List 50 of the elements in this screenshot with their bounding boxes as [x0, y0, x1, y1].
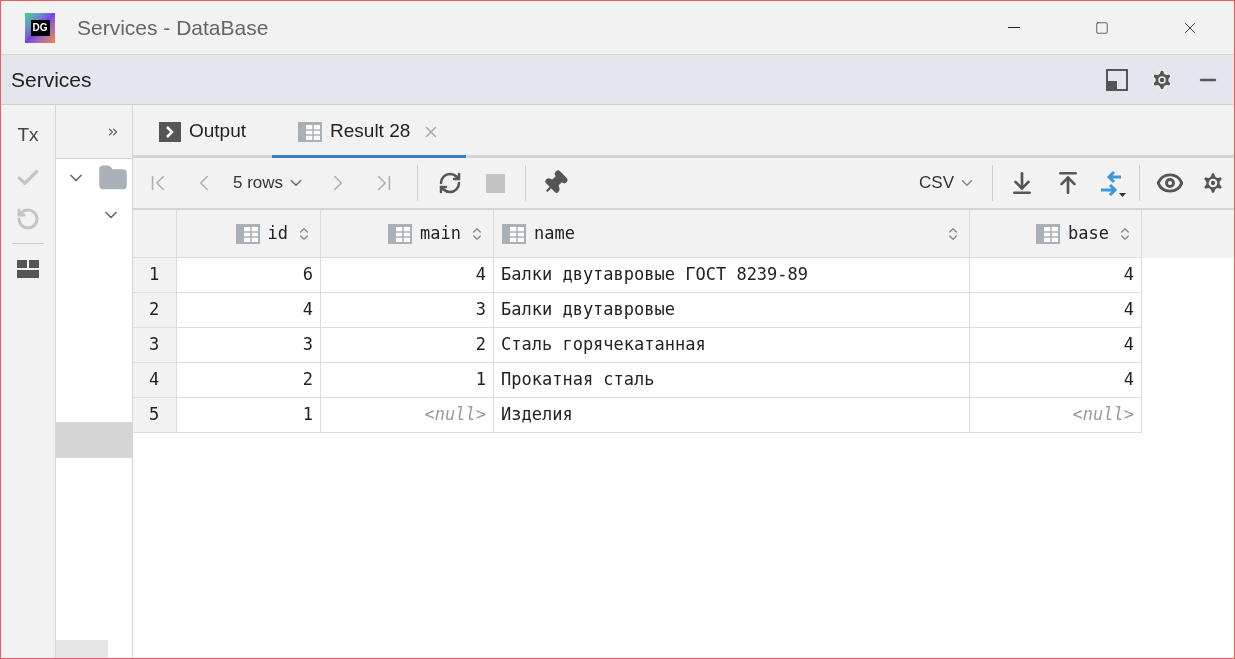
table-cell: 1: [177, 398, 321, 433]
scrollbar-thumb[interactable]: [56, 640, 108, 658]
column-header[interactable]: name: [494, 210, 970, 258]
app-logo: DG: [25, 12, 55, 43]
stop-icon[interactable]: [486, 173, 506, 193]
tab[interactable]: Output: [133, 108, 273, 158]
table-cell: 2: [177, 363, 321, 398]
table-cell: 4: [177, 293, 321, 328]
table-cell: Балки двутавровые: [494, 293, 970, 328]
row-number: 3: [133, 328, 177, 363]
table-cell: 4: [321, 258, 494, 293]
refresh-icon[interactable]: [438, 171, 463, 195]
row-number: 2: [133, 293, 177, 328]
row-number: 5: [133, 398, 177, 433]
clear-format-button[interactable]: Tx: [8, 113, 48, 157]
column-header[interactable]: main: [321, 210, 494, 258]
minimize-icon: [1008, 27, 1020, 28]
column-icon: [235, 223, 260, 244]
table-cell: 3: [177, 328, 321, 363]
table-cell: 2: [321, 328, 494, 363]
table-cell: Изделия: [494, 398, 970, 433]
table-cell: 4: [970, 293, 1142, 328]
layout-icon[interactable]: [17, 260, 39, 278]
row-number: 4: [133, 363, 177, 398]
table-cell: 1: [321, 363, 494, 398]
column-icon: [388, 223, 413, 244]
table-cell: 3: [321, 293, 494, 328]
table-cell: Балки двутавровые ГОСТ 8239-89: [494, 258, 970, 293]
console-icon: [159, 121, 181, 142]
format-dropdown[interactable]: CSV: [919, 170, 976, 196]
table-cell: 4: [970, 328, 1142, 363]
table-cell: <null>: [321, 398, 494, 433]
maximize-icon: [1095, 20, 1109, 35]
table-cell: Сталь горячекатанная: [494, 328, 970, 363]
column-icon: [1036, 223, 1061, 244]
column-header[interactable]: id: [177, 210, 321, 258]
table-cell: 4: [970, 258, 1142, 293]
table-icon: [298, 121, 323, 142]
rows-dropdown[interactable]: 5 rows: [233, 170, 306, 196]
table-cell: <null>: [970, 398, 1142, 433]
table-cell: 6: [177, 258, 321, 293]
table-cell: Прокатная сталь: [494, 363, 970, 398]
window-layout-icon[interactable]: [1106, 68, 1128, 91]
settings-icon[interactable]: [1150, 67, 1174, 92]
table-cell: 4: [970, 363, 1142, 398]
column-header[interactable]: base: [970, 210, 1142, 258]
column-icon: [502, 223, 526, 244]
panel-title: Services: [11, 66, 92, 93]
row-number: 1: [133, 258, 177, 293]
window-title: Services - DataBase: [77, 14, 269, 41]
